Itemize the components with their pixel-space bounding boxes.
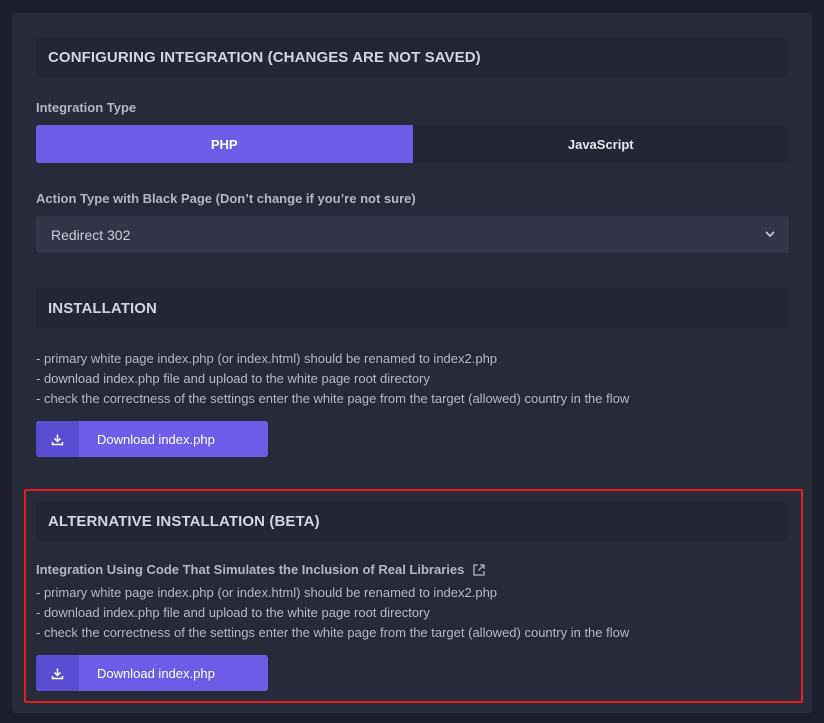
instruction-line: - primary white page index.php (or index… xyxy=(36,351,498,366)
download-icon xyxy=(36,655,79,691)
integration-type-toggle: PHP JavaScript xyxy=(36,125,789,163)
alternative-link-text: Integration Using Code That Simulates th… xyxy=(36,562,465,577)
integration-type-label: Integration Type xyxy=(36,100,137,115)
alternative-download-label: Download index.php xyxy=(97,665,215,681)
alternative-section-header: ALTERNATIVE INSTALLATION (BETA) xyxy=(36,501,789,541)
instruction-line: - download index.php file and upload to … xyxy=(36,371,430,386)
alternative-integration-link[interactable]: Integration Using Code That Simulates th… xyxy=(36,562,486,577)
integration-type-php[interactable]: PHP xyxy=(36,125,413,163)
alternative-download-button[interactable]: Download index.php xyxy=(36,655,268,691)
external-link-icon[interactable] xyxy=(472,563,486,577)
alternative-header-title: ALTERNATIVE INSTALLATION (BETA) xyxy=(48,512,320,530)
integration-type-javascript[interactable]: JavaScript xyxy=(413,125,790,163)
installation-instructions: - primary white page index.php (or index… xyxy=(36,349,629,409)
instruction-line: - primary white page index.php (or index… xyxy=(36,585,498,600)
alternative-instructions: - primary white page index.php (or index… xyxy=(36,583,629,643)
action-type-select[interactable]: Redirect 302 xyxy=(36,216,789,253)
config-header-title: CONFIGURING INTEGRATION (CHANGES ARE NOT… xyxy=(48,48,481,66)
chevron-down-icon xyxy=(765,231,775,238)
installation-header-title: INSTALLATION xyxy=(48,299,157,317)
instruction-line: - check the correctness of the settings … xyxy=(36,391,630,406)
config-section-header: CONFIGURING INTEGRATION (CHANGES ARE NOT… xyxy=(36,37,789,77)
action-type-label: Action Type with Black Page (Don’t chang… xyxy=(36,191,416,206)
action-type-value: Redirect 302 xyxy=(51,226,131,243)
download-icon xyxy=(36,421,79,457)
instruction-line: - download index.php file and upload to … xyxy=(36,605,430,620)
instruction-line: - check the correctness of the settings … xyxy=(36,625,630,640)
download-button[interactable]: Download index.php xyxy=(36,421,268,457)
download-button-label: Download index.php xyxy=(97,431,215,447)
installation-section-header: INSTALLATION xyxy=(36,288,789,328)
